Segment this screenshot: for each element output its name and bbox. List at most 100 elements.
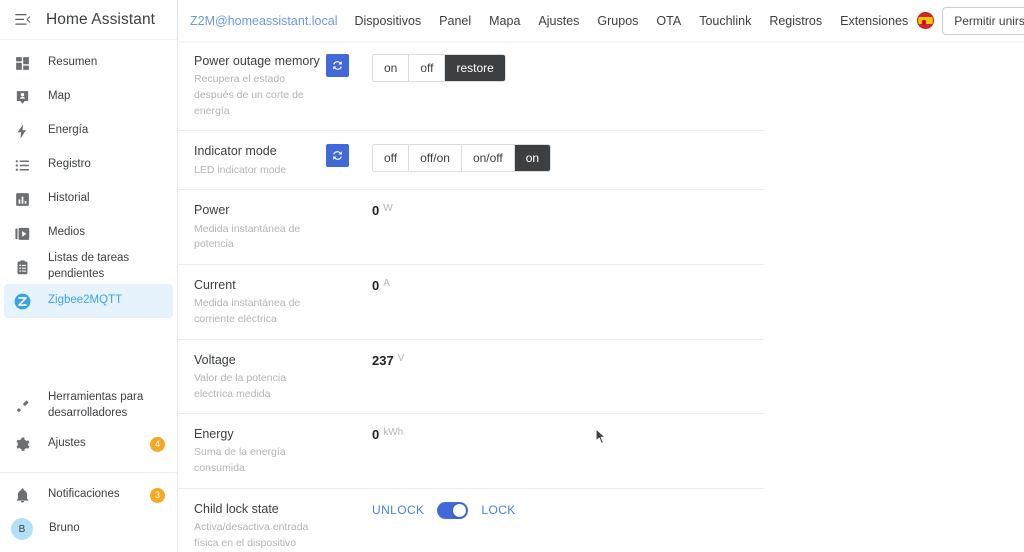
- sidebar-divider: [0, 472, 177, 473]
- sidebar-item-map[interactable]: Map: [4, 80, 173, 114]
- sidebar-item-label: Map: [48, 90, 71, 103]
- row-label: Indicator mode LED indicator mode: [194, 142, 326, 178]
- sidebar: Home Assistant Resumen Map Energía Regis…: [0, 0, 178, 552]
- sidebar-item-registro[interactable]: Registro: [4, 148, 173, 182]
- hammer-wrench-icon: [12, 396, 32, 416]
- permit-join-value: Permitir unirse (Todos): [954, 13, 1024, 28]
- metric-value: 0: [372, 427, 380, 443]
- row-title: Child lock state: [194, 501, 279, 516]
- navbar-brand-link[interactable]: Z2M@homeassistant.local: [190, 14, 345, 28]
- status-badge: 3: [150, 487, 165, 503]
- sidebar-header: Home Assistant: [0, 0, 177, 40]
- row-description: LED indicator mode: [194, 163, 287, 176]
- sidebar-item-resumen[interactable]: Resumen: [4, 46, 173, 80]
- row-control: 0 A: [372, 276, 390, 293]
- refresh-sync-icon-button[interactable]: [326, 54, 349, 77]
- toggle-knob: [453, 503, 467, 517]
- sidebar-footer: Notificaciones 3 B Bruno: [0, 478, 177, 552]
- row-description: Medida instantánea de potencia: [194, 222, 301, 251]
- metric-value: 237: [372, 352, 394, 368]
- sidebar-item-label: Notificaciones: [48, 488, 120, 501]
- sidebar-item-label: Registro: [48, 158, 91, 171]
- setting-row-power-outage-memory: Power outage memory Recupera el estado d…: [178, 41, 764, 132]
- play-box-multiple-icon: [12, 223, 32, 243]
- metric-value: 0: [372, 203, 380, 219]
- row-label: Power outage memory Recupera el estado d…: [194, 52, 326, 119]
- nav-link-touchlink[interactable]: Touchlink: [690, 14, 760, 28]
- row-description: Valor de la potencia electrica medida: [194, 371, 287, 400]
- sidebar-item-medios[interactable]: Medios: [4, 216, 173, 250]
- avatar: B: [11, 518, 33, 540]
- row-title: Power outage memory: [194, 54, 320, 68]
- sidebar-item-ajustes[interactable]: Ajustes 4: [4, 427, 173, 461]
- nav-link-mapa[interactable]: Mapa: [480, 14, 529, 28]
- segmented-control-power-outage-memory[interactable]: on off restore: [372, 54, 506, 82]
- sidebar-item-notificaciones[interactable]: Notificaciones 3: [4, 478, 173, 512]
- row-control: UNLOCK LOCK: [372, 500, 516, 519]
- bell-icon: [12, 485, 32, 505]
- toggle-label-unlock[interactable]: UNLOCK: [372, 503, 424, 517]
- row-title: Energy: [194, 427, 234, 442]
- row-label: Child lock state Activa/desactiva entrad…: [194, 500, 326, 552]
- row-description: Suma de la energía consumida: [194, 446, 286, 475]
- row-control: off off/on on/off on: [372, 142, 552, 173]
- sidebar-item-label: Historial: [48, 192, 90, 205]
- sidebar-item-zigbee2mqtt[interactable]: Zigbee2MQTT: [4, 284, 173, 318]
- nav-link-registros[interactable]: Registros: [760, 14, 831, 28]
- nav-link-extensiones[interactable]: Extensiones: [831, 14, 917, 28]
- spain-flag-icon[interactable]: [917, 12, 935, 29]
- nav-link-ota[interactable]: OTA: [647, 14, 690, 28]
- seg-option-off-on[interactable]: off/on: [409, 145, 462, 172]
- seg-option-restore[interactable]: restore: [445, 55, 505, 81]
- lightning-bolt-icon: [12, 121, 32, 141]
- refresh-sync-icon-button[interactable]: [326, 144, 349, 168]
- toggle-label-lock[interactable]: LOCK: [481, 503, 515, 517]
- sidebar-item-historial[interactable]: Historial: [4, 182, 173, 216]
- sidebar-item-label: Listas de tareas pendientes: [48, 252, 130, 280]
- toggle-group-child-lock: UNLOCK LOCK: [372, 501, 516, 519]
- metric-unit: W: [383, 203, 393, 215]
- row-control: 0 kWh: [372, 425, 403, 442]
- seg-option-on-off[interactable]: on/off: [461, 145, 515, 172]
- sidebar-item-listas-tareas[interactable]: Listas de tareas pendientes: [4, 250, 173, 284]
- row-label: Energy Suma de la energía consumida: [194, 425, 326, 477]
- sidebar-item-label: Energía: [48, 124, 89, 137]
- sidebar-item-herramientas-desarrolladores[interactable]: Herramientas para desarrolladores: [4, 385, 173, 427]
- row-label: Current Medida instantánea de corriente …: [194, 276, 326, 328]
- sidebar-bottom-nav: Herramientas para desarrolladores Ajuste…: [0, 385, 177, 467]
- format-list-bulleted-icon: [12, 155, 32, 175]
- seg-option-off[interactable]: off: [373, 145, 410, 172]
- zigbee2mqtt-logo-icon: [12, 291, 32, 311]
- settings-content-panel[interactable]: Power outage memory Recupera el estado d…: [178, 41, 1024, 552]
- sidebar-item-user-profile[interactable]: B Bruno: [4, 512, 173, 546]
- metric-unit: A: [383, 278, 390, 289]
- seg-option-on[interactable]: on: [514, 145, 551, 172]
- nav-link-grupos[interactable]: Grupos: [588, 14, 647, 28]
- nav-link-ajustes[interactable]: Ajustes: [529, 14, 588, 28]
- hamburger-collapse-icon[interactable]: [12, 10, 32, 30]
- main-area: Z2M@homeassistant.local Dispositivos Pan…: [178, 0, 1024, 552]
- sidebar-item-label: Medios: [48, 226, 86, 239]
- setting-row-indicator-mode: Indicator mode LED indicator mode off of…: [178, 131, 764, 191]
- row-label: Power Medida instantánea de potencia: [194, 201, 326, 253]
- row-control: 237 V: [372, 351, 404, 368]
- setting-row-power: Power Medida instantánea de potencia 0 W: [178, 190, 764, 265]
- seg-option-on[interactable]: on: [373, 55, 410, 81]
- row-title: Voltage: [194, 352, 236, 367]
- child-lock-toggle-switch[interactable]: [437, 501, 469, 519]
- row-description: Medida instantánea de corriente eléctric…: [194, 297, 301, 325]
- seg-option-off[interactable]: off: [409, 55, 446, 81]
- nav-link-dispositivos[interactable]: Dispositivos: [345, 14, 430, 28]
- row-title: Current: [194, 278, 236, 292]
- segmented-control-indicator-mode[interactable]: off off/on on/off on: [372, 144, 552, 173]
- metric-unit: V: [397, 352, 405, 364]
- permit-join-select[interactable]: Permitir unirse (Todos): [942, 6, 1024, 35]
- nav-link-panel[interactable]: Panel: [430, 14, 480, 28]
- sidebar-nav: Resumen Map Energía Registro Historial M…: [0, 40, 177, 318]
- metric-value: 0: [372, 278, 380, 293]
- row-label: Voltage Valor de la potencia electrica m…: [194, 351, 326, 403]
- dashboard-icon: [12, 53, 32, 73]
- sidebar-item-label: Herramientas para desarrolladores: [48, 391, 144, 419]
- sidebar-item-energia[interactable]: Energía: [4, 114, 173, 148]
